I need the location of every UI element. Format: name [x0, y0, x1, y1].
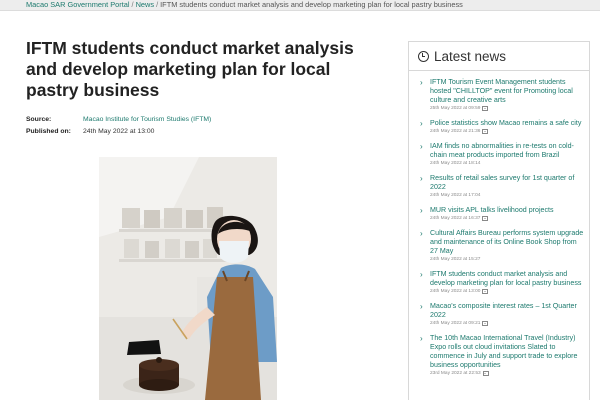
source-label: Source: — [26, 116, 52, 123]
news-item[interactable]: › Police statistics show Macao remains a… — [420, 119, 585, 135]
news-item[interactable]: › IAM finds no abnormalities in re-tests… — [420, 142, 585, 167]
source-link[interactable]: Macao Institute for Tourism Studies (IFT… — [83, 115, 211, 124]
chevron-right-icon: › — [420, 229, 423, 238]
chevron-right-icon: › — [420, 270, 423, 279]
image-icon — [482, 129, 489, 134]
news-item[interactable]: › The 10th Macao International Travel (I… — [420, 334, 585, 377]
chevron-right-icon: › — [420, 302, 423, 311]
news-item-date: 24th May 2022 at 18:14 — [430, 161, 481, 166]
image-icon — [482, 371, 489, 376]
photo-pastry-chef — [99, 157, 277, 400]
news-item[interactable]: › IFTM Tourism Event Management students… — [420, 78, 585, 112]
latest-news-panel: Latest news › IFTM Tourism Event Managem… — [408, 41, 590, 400]
breadcrumb-bar: Macao SAR Government Portal / News / IFTM st… — [0, 0, 600, 11]
news-item-title[interactable]: MUR visits APL talks livelihood projects — [430, 206, 585, 215]
news-item-title[interactable]: The 10th Macao International Travel (Ind… — [430, 334, 585, 370]
news-item-title[interactable]: Macao's composite interest rates – 1st Q… — [430, 302, 585, 320]
chevron-right-icon: › — [420, 206, 423, 215]
news-item-title[interactable]: IAM finds no abnormalities in re-tests o… — [430, 142, 585, 160]
breadcrumb-current: IFTM students conduct market analysis an… — [160, 0, 463, 9]
latest-news-list: › IFTM Tourism Event Management students… — [409, 78, 589, 377]
image-icon — [482, 321, 489, 326]
chevron-right-icon: › — [420, 174, 423, 183]
news-item[interactable]: › Cultural Affairs Bureau performs syste… — [420, 229, 585, 263]
news-item-title[interactable]: Results of retail sales survey for 1st q… — [430, 174, 585, 192]
breadcrumb-item-portal[interactable]: Macao SAR Government Portal — [26, 0, 130, 9]
published-label: Published on: — [26, 128, 71, 135]
news-item[interactable]: › Results of retail sales survey for 1st… — [420, 174, 585, 199]
chevron-right-icon: › — [420, 119, 423, 128]
breadcrumb-separator: / — [131, 0, 134, 9]
latest-news-title: Latest news — [434, 48, 507, 64]
image-icon — [482, 289, 489, 294]
chevron-right-icon: › — [420, 78, 423, 87]
news-item-date: 25th May 2022 at 09:59 — [430, 105, 585, 112]
news-item-date: 24th May 2022 at 13:00 — [430, 288, 585, 295]
news-item[interactable]: › IFTM students conduct market analysis … — [420, 270, 585, 295]
published-date: 24th May 2022 at 13:00 — [83, 128, 155, 135]
breadcrumb-item-news[interactable]: News — [136, 0, 154, 9]
page-title: IFTM students conduct market analysis an… — [26, 38, 354, 100]
clock-icon — [418, 50, 429, 62]
news-item-date: 24th May 2022 at 16:37 — [430, 215, 585, 222]
image-icon — [482, 216, 489, 221]
latest-news-header: Latest news — [409, 42, 589, 71]
news-item[interactable]: › MUR visits APL talks livelihood projec… — [420, 206, 585, 222]
chevron-right-icon: › — [420, 334, 423, 343]
news-item-date: 24th May 2022 at 15:27 — [430, 257, 481, 262]
news-item-title[interactable]: Cultural Affairs Bureau performs system … — [430, 229, 585, 256]
news-item-date: 24th May 2022 at 17:04 — [430, 193, 481, 198]
news-item-title[interactable]: IFTM Tourism Event Management students h… — [430, 78, 585, 105]
news-item-title[interactable]: Police statistics show Macao remains a s… — [430, 119, 585, 128]
news-item[interactable]: › Macao's composite interest rates – 1st… — [420, 302, 585, 327]
chevron-right-icon: › — [420, 142, 423, 151]
breadcrumb: Macao SAR Government Portal / News / IFTM st… — [26, 0, 463, 10]
news-item-date: 23rd May 2022 at 22:53 — [430, 370, 585, 377]
news-item-date: 24th May 2022 at 21:36 — [430, 128, 585, 135]
news-item-date: 24th May 2022 at 09:21 — [430, 320, 585, 327]
news-item-title[interactable]: IFTM students conduct market analysis an… — [430, 270, 585, 288]
article-photo[interactable] — [99, 157, 277, 400]
breadcrumb-separator: / — [156, 0, 159, 9]
image-icon — [482, 106, 489, 111]
